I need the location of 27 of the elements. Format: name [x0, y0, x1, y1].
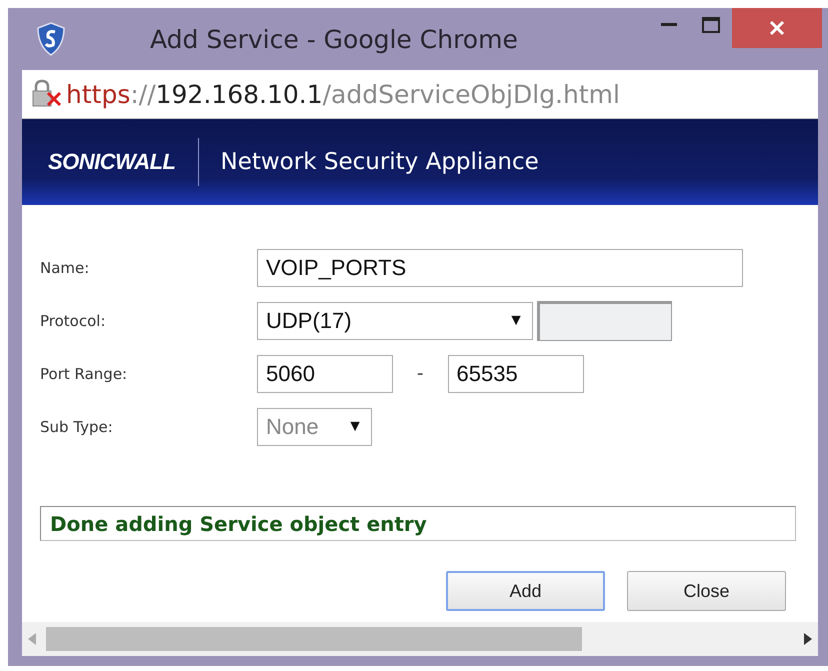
banner-title: Network Security Appliance	[220, 149, 539, 175]
port-end-input[interactable]: 65535	[448, 354, 584, 392]
minimize-icon	[661, 23, 677, 27]
url-text: https://192.168.10.1/addServiceObjDlg.html	[65, 80, 620, 108]
scroll-right-icon	[804, 633, 812, 645]
maximize-icon	[702, 17, 720, 33]
range-dash: -	[417, 363, 424, 384]
window-title: Add Service - Google Chrome	[150, 24, 518, 54]
scroll-left-icon	[28, 633, 36, 645]
logo: SONICWALL	[48, 149, 176, 175]
field-label: Protocol:	[40, 312, 107, 330]
close-button[interactable]	[732, 8, 822, 48]
status-message: Done adding Service object entry	[40, 506, 796, 541]
broken-lock-icon	[30, 79, 64, 109]
field-label: Sub Type:	[40, 418, 114, 436]
protocol-select[interactable]: UDP(17) ▼	[257, 302, 533, 340]
shield-icon	[36, 22, 66, 56]
scrollbar-thumb[interactable]	[46, 627, 582, 651]
port-start-input[interactable]: 5060	[257, 354, 393, 392]
name-input[interactable]: VOIP_PORTS	[257, 248, 743, 286]
address-bar[interactable]: https://192.168.10.1/addServiceObjDlg.html	[22, 70, 818, 119]
add-button[interactable]: Add	[446, 571, 605, 611]
close-icon	[769, 20, 785, 36]
field-label: Port Range:	[40, 364, 128, 382]
horizontal-scrollbar[interactable]	[22, 622, 818, 656]
close-dialog-button[interactable]: Close	[627, 571, 786, 611]
field-label: Name:	[40, 258, 90, 276]
